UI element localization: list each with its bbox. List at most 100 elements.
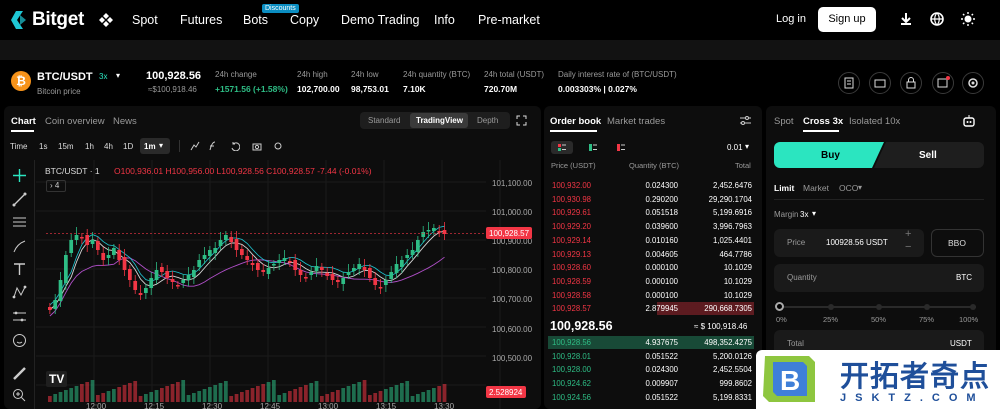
ask-row[interactable]: 100,929.20 0.039600 3,996.7963 [548, 220, 754, 233]
tab-coin-overview[interactable]: Coin overview [45, 116, 105, 127]
text-tool-icon[interactable] [12, 262, 27, 277]
camera-icon[interactable] [252, 141, 262, 151]
ask-row[interactable]: 100,928.57 2.879945 290,668.7305 [548, 302, 754, 316]
ask-row[interactable]: 100,928.58 0.000100 10.1029 [548, 289, 754, 302]
ask-row[interactable]: 100,928.59 0.000100 10.1029 [548, 275, 754, 288]
bid-row[interactable]: 100,928.56 4.937675 498,352.4275 [548, 336, 754, 349]
ask-row[interactable]: 100,928.60 0.000100 10.1029 [548, 261, 754, 274]
ruler-icon[interactable] [12, 366, 27, 381]
slider-mark-25[interactable] [828, 304, 834, 310]
download-icon[interactable] [898, 11, 914, 27]
undo-icon[interactable] [230, 141, 240, 151]
ask-row[interactable]: 100,932.00 0.024300 2,452.6476 [548, 179, 754, 192]
bid-row[interactable]: 100,924.56 0.051522 5,199.8331 [548, 391, 754, 404]
notification-icon[interactable] [932, 72, 954, 94]
candlestick-chart[interactable] [36, 160, 538, 409]
emoji-icon[interactable] [12, 333, 27, 348]
view-asks-icon[interactable] [610, 141, 632, 154]
theme-sun-icon[interactable] [960, 11, 976, 27]
crosshair-icon[interactable] [12, 168, 27, 183]
settings-gear-icon[interactable] [962, 72, 984, 94]
view-depth[interactable]: Depth [477, 116, 498, 125]
fullscreen-icon[interactable] [516, 115, 527, 126]
notes-icon[interactable] [838, 72, 860, 94]
bid-row[interactable]: 100,928.01 0.051522 5,200.0126 [548, 350, 754, 363]
bbo-button[interactable]: BBO [948, 238, 966, 248]
tab-news[interactable]: News [113, 116, 137, 127]
precision-dropdown-icon[interactable]: ▾ [745, 142, 749, 151]
nav-demo-trading[interactable]: Demo Trading [341, 13, 420, 27]
precision-select[interactable]: 0.01 [727, 143, 743, 152]
nav-info[interactable]: Info [434, 13, 455, 27]
order-type-market[interactable]: Market [803, 183, 829, 193]
pair-dropdown-icon[interactable]: ▾ [116, 71, 120, 80]
trading-bot-icon[interactable] [961, 113, 977, 129]
nav-pre-market[interactable]: Pre-market [478, 13, 540, 27]
login-button[interactable]: Log in [776, 13, 806, 25]
chart-settings-icon[interactable] [273, 141, 283, 151]
zoom-in-icon[interactable] [12, 388, 27, 403]
order-type-oco[interactable]: OCO [839, 183, 858, 193]
interval-1h[interactable]: 1h [85, 142, 94, 151]
pattern-icon[interactable] [12, 285, 27, 300]
interval-1s[interactable]: 1s [39, 142, 47, 151]
candle-body [224, 235, 228, 240]
slider-label-0: 0% [776, 315, 787, 324]
ask-row[interactable]: 100,929.61 0.051518 5,199.6916 [548, 206, 754, 219]
nav-futures[interactable]: Futures [180, 13, 222, 27]
bid-row[interactable]: 100,928.00 0.024300 2,452.5504 [548, 363, 754, 376]
pair-name[interactable]: BTC/USDT [37, 71, 93, 83]
lock-icon[interactable] [900, 72, 922, 94]
price-cell: 100,929.20 [552, 222, 592, 232]
brush-icon[interactable] [12, 239, 27, 254]
slider-mark-50[interactable] [876, 304, 882, 310]
interval-1d[interactable]: 1D [123, 142, 133, 151]
trendline-icon[interactable] [12, 192, 27, 207]
nav-bots[interactable]: Bots [243, 13, 268, 27]
oco-dropdown-icon[interactable]: ▾ [858, 183, 862, 192]
interval-15m[interactable]: 15m [58, 142, 74, 151]
buy-button[interactable]: Buy [821, 150, 840, 161]
orderbook-settings-icon[interactable] [739, 114, 752, 127]
measure-icon[interactable] [12, 309, 27, 324]
view-standard[interactable]: Standard [368, 116, 400, 125]
order-type-limit[interactable]: Limit [774, 183, 794, 193]
tab-cross[interactable]: Cross 3x [803, 116, 843, 127]
price-increment-icon[interactable]: + [905, 228, 911, 240]
interval-time[interactable]: Time [10, 142, 27, 151]
signup-button[interactable]: Sign up [818, 7, 876, 32]
price-decrement-icon[interactable]: − [905, 241, 911, 253]
tab-order-book[interactable]: Order book [550, 116, 601, 127]
candle-body [122, 257, 127, 270]
indicator-icon[interactable] [190, 141, 200, 151]
margin-value[interactable]: 3x [800, 210, 808, 219]
ticket-icon[interactable] [869, 72, 891, 94]
candle-body [256, 263, 260, 270]
apps-grid-icon[interactable] [98, 12, 114, 28]
slider-mark-75[interactable] [924, 304, 930, 310]
brand-logo[interactable]: Bitget [10, 9, 84, 31]
tab-spot[interactable]: Spot [774, 116, 794, 127]
view-tradingview[interactable]: TradingView [416, 116, 463, 125]
tab-chart[interactable]: Chart [11, 116, 36, 127]
interval-4h[interactable]: 4h [104, 142, 113, 151]
nav-spot[interactable]: Spot [132, 13, 158, 27]
ask-row[interactable]: 100,929.14 0.010160 1,025.4401 [548, 234, 754, 247]
view-bids-icon[interactable] [582, 141, 604, 154]
tab-market-trades[interactable]: Market trades [607, 116, 665, 127]
indicator-toggle[interactable]: › 4 [46, 180, 66, 192]
amount-slider-handle[interactable] [775, 302, 784, 311]
bid-row[interactable]: 100,924.62 0.009907 999.8602 [548, 377, 754, 390]
margin-dropdown-icon[interactable]: ▾ [812, 209, 816, 218]
ask-row[interactable]: 100,930.98 0.290200 29,290.1704 [548, 193, 754, 206]
sell-button[interactable]: Sell [919, 150, 937, 161]
tab-isolated[interactable]: Isolated 10x [849, 116, 900, 127]
nav-copy[interactable]: Copy [290, 13, 319, 27]
slider-label-100: 100% [959, 315, 979, 324]
slider-mark-100[interactable] [970, 304, 976, 310]
ask-row[interactable]: 100,929.13 0.004605 464.7786 [548, 248, 754, 261]
globe-icon[interactable] [929, 11, 945, 27]
fx-icon[interactable] [208, 141, 218, 151]
view-both-button[interactable] [551, 141, 573, 154]
horizontal-lines-icon[interactable] [12, 215, 27, 230]
